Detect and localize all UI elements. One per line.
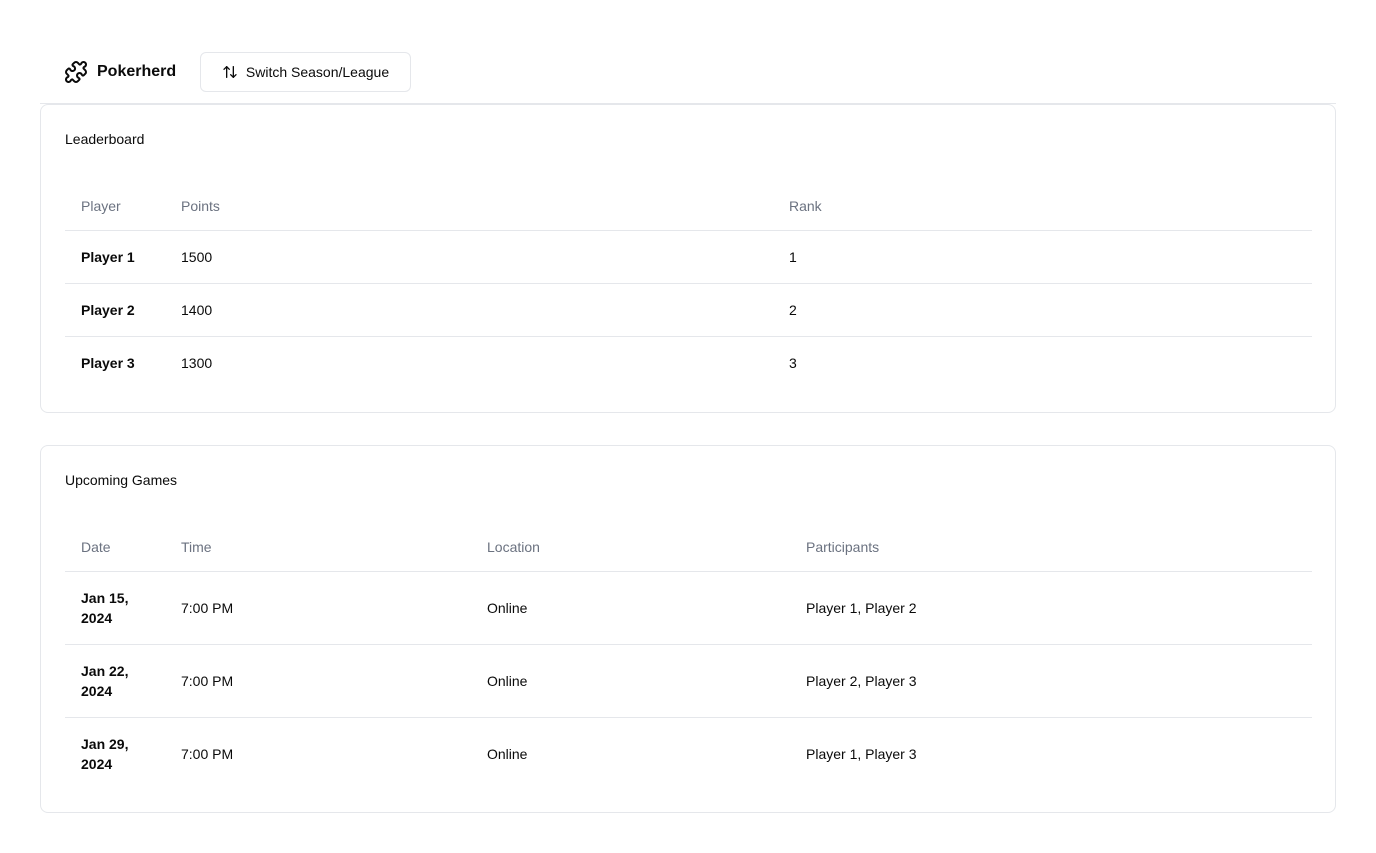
cell-date: Jan 15, 2024 [65, 571, 165, 645]
cell-player: Player 1 [65, 230, 165, 284]
column-header-points: Points [165, 183, 773, 231]
upcoming-games-title: Upcoming Games [65, 472, 178, 488]
cell-participants: Player 1, Player 2 [790, 571, 1312, 645]
table-row[interactable]: Jan 29, 2024 7:00 PM Online Player 1, Pl… [65, 717, 1312, 790]
table-row[interactable]: Player 1 1500 1 [65, 230, 1312, 284]
cell-time: 7:00 PM [165, 571, 471, 645]
cell-location: Online [471, 644, 790, 718]
column-header-rank: Rank [773, 183, 1312, 231]
column-header-time: Time [165, 524, 471, 572]
cell-points: 1300 [181, 354, 213, 371]
switch-season-league-label: Switch Season/League [245, 64, 390, 80]
upcoming-games-card: Upcoming Games Date Time Location Partic… [40, 445, 1336, 813]
cell-date: Jan 29, 2024 [81, 735, 129, 772]
app-name: Pokerherd [97, 63, 177, 80]
cell-location: Online [487, 745, 528, 762]
table-row[interactable]: Player 2 1400 2 [65, 283, 1312, 337]
column-header-player: Player [65, 183, 165, 231]
cell-player: Player 3 [81, 354, 135, 371]
cell-participants: Player 1, Player 3 [806, 745, 917, 762]
table-header-row: Player Points Rank [65, 183, 1312, 231]
cell-location: Online [471, 571, 790, 645]
cell-rank: 3 [789, 354, 797, 371]
column-header-date: Date [65, 524, 165, 572]
column-header-location: Location [471, 524, 790, 572]
cell-time: 7:00 PM [181, 745, 234, 762]
table-row[interactable]: Jan 22, 2024 7:00 PM Online Player 2, Pl… [65, 644, 1312, 718]
table-header-row: Date Time Location Participants [65, 524, 1312, 572]
brand[interactable]: Pokerherd [64, 52, 176, 92]
arrow-up-down-icon [223, 66, 237, 78]
cell-rank: 2 [773, 283, 1312, 337]
leaderboard-title: Leaderboard [65, 131, 145, 147]
leaderboard-table: Player Points Rank Player 1 1500 1 Playe… [65, 183, 1312, 389]
cell-points: 1500 [165, 230, 773, 284]
puzzle-piece-icon [64, 60, 88, 84]
switch-season-league-button[interactable]: Switch Season/League [200, 52, 411, 92]
cell-date: Jan 22, 2024 [65, 644, 165, 718]
app-header: Pokerherd Switch Season/League [40, 52, 1336, 104]
cell-player: Player 2 [65, 283, 165, 337]
cell-points: 1400 [165, 283, 773, 337]
upcoming-games-table: Date Time Location Participants Jan 15, … [65, 524, 1312, 790]
table-row[interactable]: Player 3 1300 3 [65, 336, 1312, 389]
cell-participants: Player 2, Player 3 [790, 644, 1312, 718]
table-row[interactable]: Jan 15, 2024 7:00 PM Online Player 1, Pl… [65, 571, 1312, 645]
cell-time: 7:00 PM [165, 644, 471, 718]
leaderboard-card: Leaderboard Player Points Rank Player 1 … [40, 104, 1336, 413]
cell-rank: 1 [773, 230, 1312, 284]
column-header-participants: Participants [790, 524, 1312, 572]
